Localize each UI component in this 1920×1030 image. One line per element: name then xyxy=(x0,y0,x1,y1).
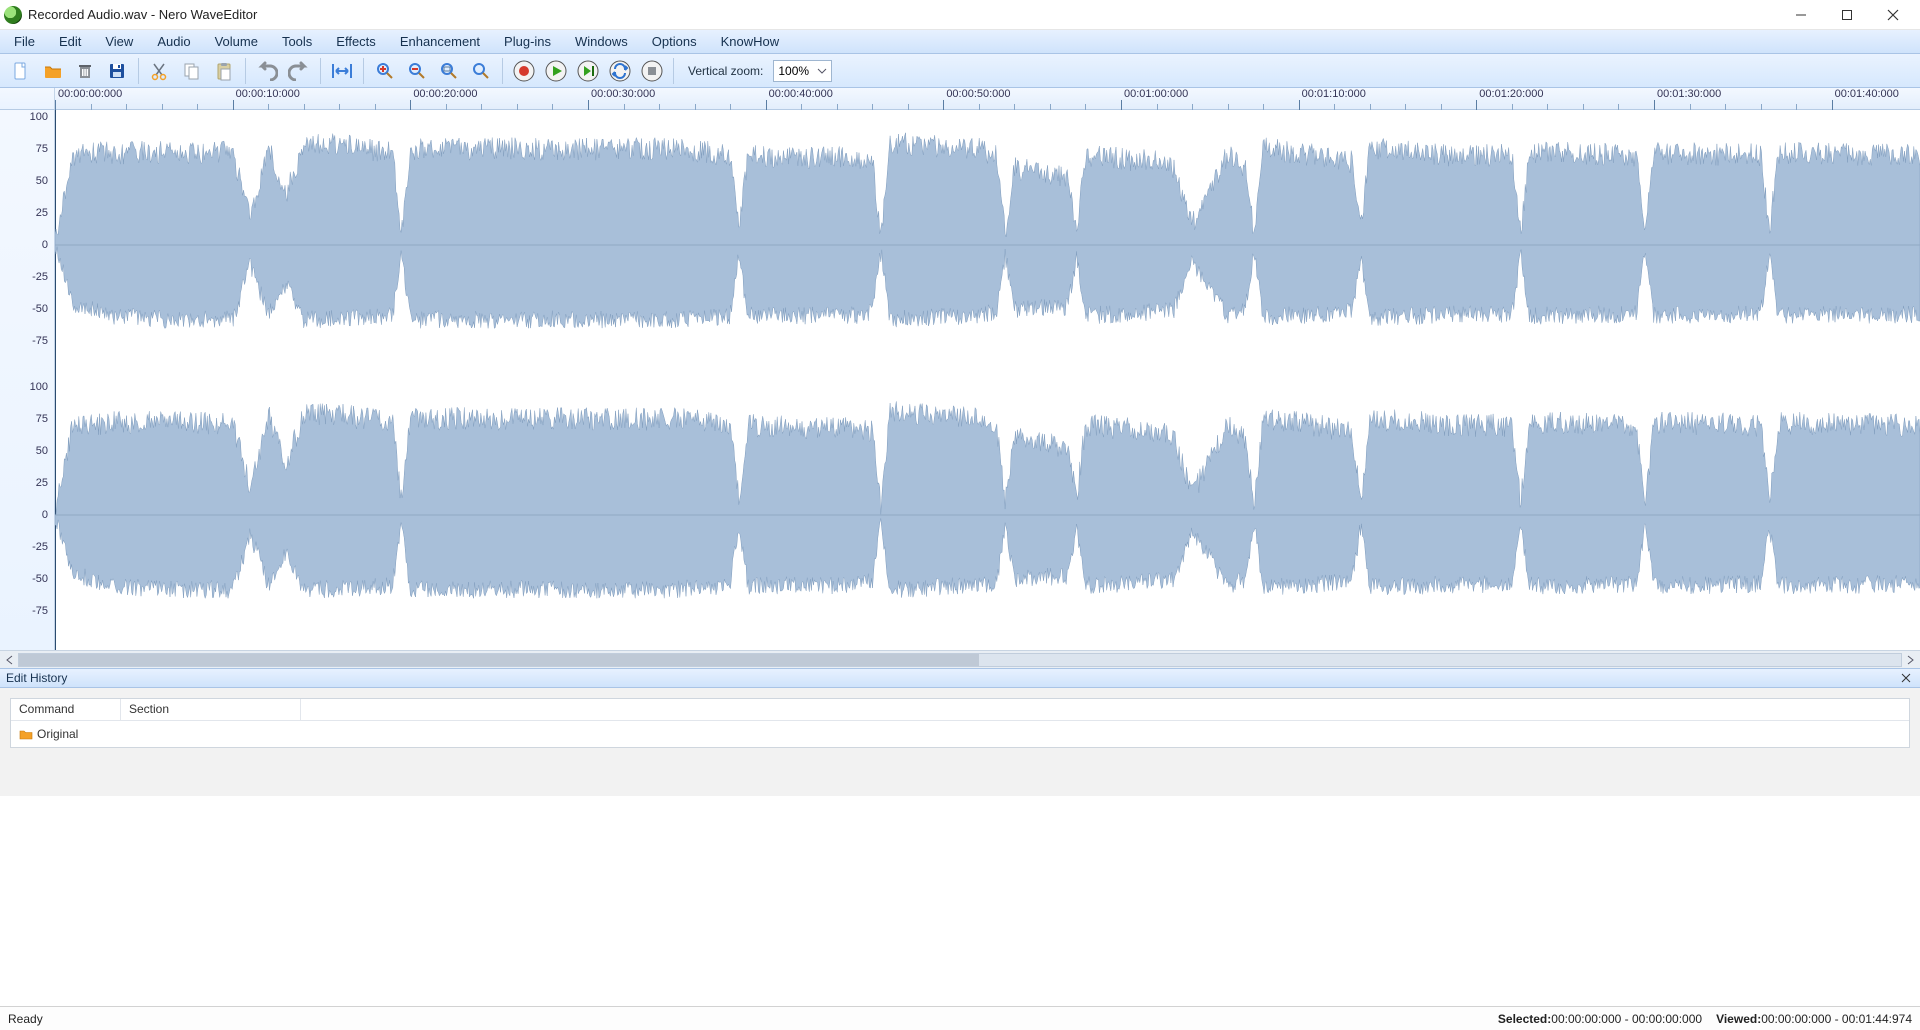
amplitude-label: -75 xyxy=(32,605,48,617)
menu-knowhow[interactable]: KnowHow xyxy=(709,30,792,53)
amplitude-label: 0 xyxy=(42,509,48,521)
amplitude-label: 100 xyxy=(30,381,48,393)
undo-button[interactable] xyxy=(252,57,282,85)
zoom-selection-button[interactable] xyxy=(434,57,464,85)
status-ready: Ready xyxy=(8,1012,43,1026)
toolbar-separator xyxy=(673,58,674,84)
fit-width-button[interactable] xyxy=(327,57,357,85)
column-command[interactable]: Command xyxy=(11,699,121,720)
edit-history-title: Edit History xyxy=(6,671,67,685)
scrollbar-thumb[interactable] xyxy=(19,654,979,666)
menu-enhancement[interactable]: Enhancement xyxy=(388,30,492,53)
menu-windows[interactable]: Windows xyxy=(563,30,640,53)
status-bar: Ready Selected:00:00:00:000 - 00:00:00:0… xyxy=(0,1006,1920,1030)
play-selection-button[interactable] xyxy=(573,57,603,85)
waveform-channel-right[interactable] xyxy=(55,380,1920,650)
vertical-zoom-label: Vertical zoom: xyxy=(688,64,763,78)
play-button[interactable] xyxy=(541,57,571,85)
time-ruler[interactable]: 00:00:00:00000:00:10:00000:00:20:00000:0… xyxy=(0,88,1920,110)
menu-tools[interactable]: Tools xyxy=(270,30,324,53)
panel-close-button[interactable] xyxy=(1898,670,1914,686)
scrollbar-track[interactable] xyxy=(18,653,1902,667)
loop-button[interactable] xyxy=(605,57,635,85)
save-button[interactable] xyxy=(102,57,132,85)
menu-view[interactable]: View xyxy=(93,30,145,53)
toolbar-separator xyxy=(320,58,321,84)
record-button[interactable] xyxy=(509,57,539,85)
scroll-right-icon[interactable] xyxy=(1902,653,1918,667)
zoom-in-button[interactable] xyxy=(370,57,400,85)
status-viewed-value: 00:00:00:000 - 00:01:44:974 xyxy=(1761,1012,1912,1026)
amplitude-label: 75 xyxy=(36,413,48,425)
menu-audio[interactable]: Audio xyxy=(145,30,202,53)
toolbar-separator xyxy=(245,58,246,84)
toolbar-separator xyxy=(138,58,139,84)
amplitude-label: 100 xyxy=(30,111,48,123)
new-file-button[interactable] xyxy=(6,57,36,85)
toolbar-separator xyxy=(363,58,364,84)
scroll-left-icon[interactable] xyxy=(2,653,18,667)
table-header: Command Section xyxy=(11,699,1909,721)
vertical-zoom-select[interactable]: 100% xyxy=(773,60,832,82)
amplitude-label: 50 xyxy=(36,445,48,457)
paste-button[interactable] xyxy=(209,57,239,85)
menu-options[interactable]: Options xyxy=(640,30,709,53)
zoom-out-button[interactable] xyxy=(402,57,432,85)
toolbar: Vertical zoom: 100% xyxy=(0,54,1920,88)
menu-bar: File Edit View Audio Volume Tools Effect… xyxy=(0,30,1920,54)
delete-button[interactable] xyxy=(70,57,100,85)
amplitude-label: 25 xyxy=(36,207,48,219)
copy-button[interactable] xyxy=(177,57,207,85)
status-viewed-label: Viewed: xyxy=(1716,1012,1761,1026)
amplitude-label: -25 xyxy=(32,271,48,283)
status-selected-value: 00:00:00:000 - 00:00:00:000 xyxy=(1551,1012,1702,1026)
history-command: Original xyxy=(37,727,78,741)
menu-effects[interactable]: Effects xyxy=(324,30,388,53)
horizontal-scrollbar[interactable] xyxy=(0,650,1920,668)
chevron-down-icon xyxy=(817,66,827,76)
edit-history-header: Edit History xyxy=(0,668,1920,688)
menu-edit[interactable]: Edit xyxy=(47,30,93,53)
amplitude-label: 0 xyxy=(42,239,48,251)
vertical-zoom-value: 100% xyxy=(778,64,809,78)
column-section[interactable]: Section xyxy=(121,699,301,720)
amplitude-label: -50 xyxy=(32,303,48,315)
zoom-reset-button[interactable] xyxy=(466,57,496,85)
cut-button[interactable] xyxy=(145,57,175,85)
menu-plugins[interactable]: Plug-ins xyxy=(492,30,563,53)
waveform-channel-left[interactable] xyxy=(55,110,1920,380)
minimize-button[interactable] xyxy=(1778,1,1824,29)
amplitude-label: 75 xyxy=(36,143,48,155)
open-file-button[interactable] xyxy=(38,57,68,85)
menu-file[interactable]: File xyxy=(2,30,47,53)
stop-button[interactable] xyxy=(637,57,667,85)
waveform-area[interactable]: 100 75 50 25 0 -25 -50 -75 100 75 50 25 0 -25 -50 -75 xyxy=(0,110,1920,650)
redo-button[interactable] xyxy=(284,57,314,85)
status-selected-label: Selected: xyxy=(1498,1012,1551,1026)
folder-icon xyxy=(19,728,33,740)
close-button[interactable] xyxy=(1870,1,1916,29)
amplitude-label: -50 xyxy=(32,573,48,585)
amplitude-label: 25 xyxy=(36,477,48,489)
amplitude-label: -25 xyxy=(32,541,48,553)
title-bar: Recorded Audio.wav - Nero WaveEditor xyxy=(0,0,1920,30)
table-row[interactable]: Original xyxy=(19,725,1901,743)
menu-volume[interactable]: Volume xyxy=(203,30,270,53)
app-icon xyxy=(4,6,22,24)
amplitude-label: 50 xyxy=(36,175,48,187)
toolbar-separator xyxy=(502,58,503,84)
window-title: Recorded Audio.wav - Nero WaveEditor xyxy=(28,7,257,22)
maximize-button[interactable] xyxy=(1824,1,1870,29)
amplitude-gutter: 100 75 50 25 0 -25 -50 -75 100 75 50 25 0 -25 -50 -75 xyxy=(0,110,55,650)
edit-history-panel: Command Section Original xyxy=(0,688,1920,796)
amplitude-label: -75 xyxy=(32,335,48,347)
